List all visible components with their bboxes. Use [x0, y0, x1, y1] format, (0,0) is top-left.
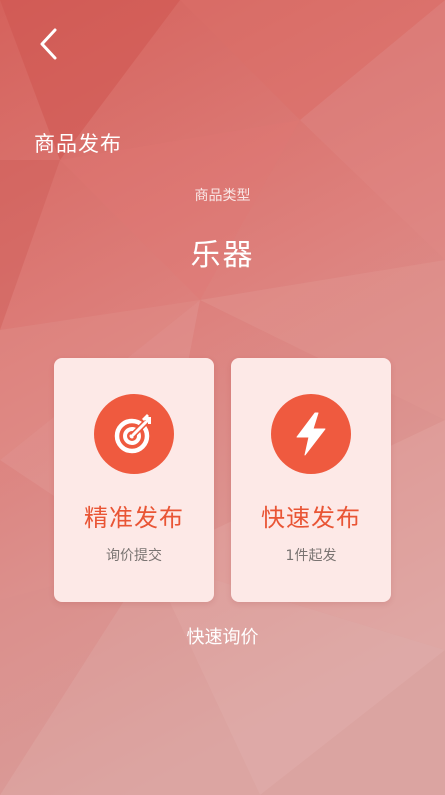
back-button[interactable] — [30, 26, 66, 62]
quick-inquiry-link[interactable]: 快速询价 — [0, 623, 445, 649]
quick-publish-card[interactable]: 快速发布 1件起发 — [231, 358, 391, 602]
quick-publish-title: 快速发布 — [261, 504, 361, 532]
precise-publish-card[interactable]: 精准发布 询价提交 — [54, 358, 214, 602]
chevron-left-icon — [40, 28, 57, 60]
quick-publish-subtitle: 1件起发 — [285, 548, 337, 564]
product-type-label: 商品类型 — [194, 188, 251, 204]
target-icon — [94, 394, 174, 474]
page-title: 商品发布 — [34, 132, 122, 156]
precise-publish-subtitle: 询价提交 — [106, 548, 162, 564]
product-type-value: 乐器 — [190, 238, 255, 273]
precise-publish-title: 精准发布 — [84, 504, 184, 532]
lightning-icon — [271, 394, 351, 474]
